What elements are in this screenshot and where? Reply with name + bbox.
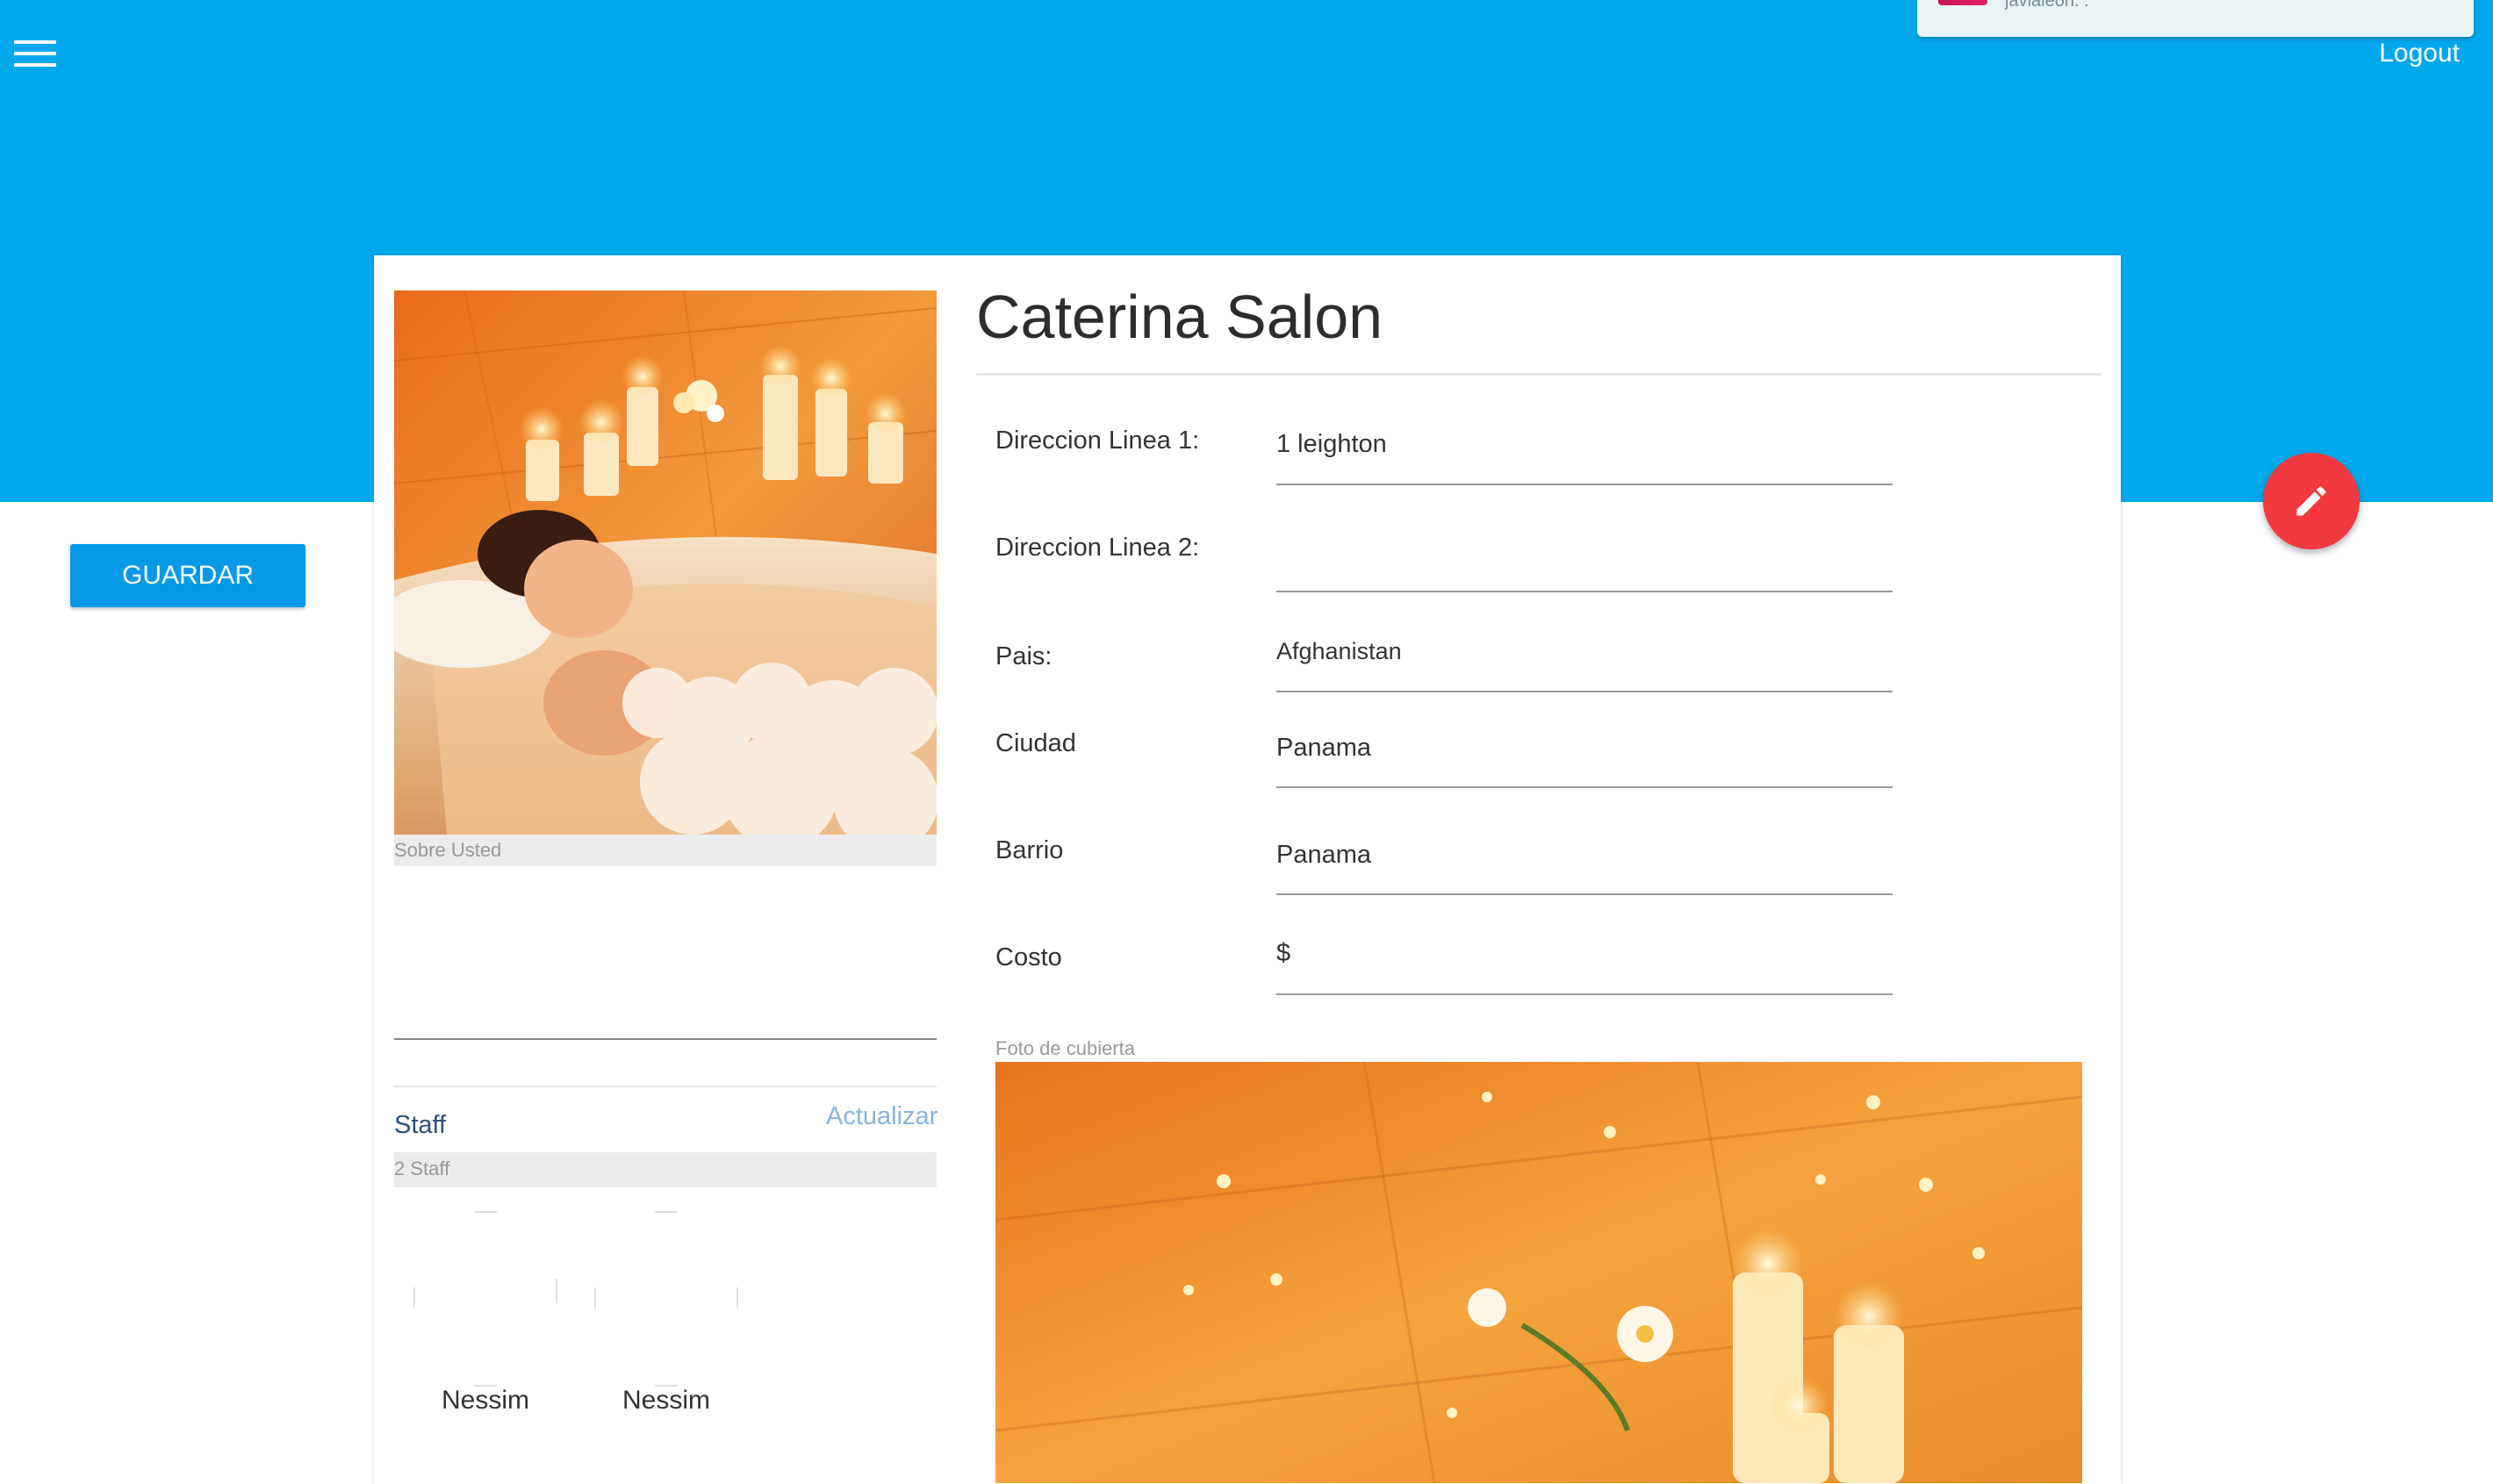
costo-input[interactable]: $ — [1276, 939, 1290, 968]
page-title: Caterina Salon — [976, 283, 1383, 351]
field-label-costo: Costo — [995, 943, 1062, 971]
spa-bath-image — [394, 290, 937, 835]
ciudad-input[interactable]: Panama — [1276, 734, 1371, 763]
actualizar-link[interactable]: Actualizar — [826, 1102, 938, 1131]
staff-member[interactable]: Nessim — [413, 1210, 558, 1415]
sobre-usted-input-underline[interactable] — [394, 1038, 937, 1040]
direccion-1-input[interactable]: 1 leighton — [1276, 430, 1387, 459]
section-divider — [394, 1086, 937, 1087]
costo-underline — [1276, 993, 1893, 995]
field-label-ciudad: Ciudad — [995, 729, 1076, 757]
ciudad-underline — [1276, 786, 1893, 788]
cover-photo[interactable] — [995, 1062, 2082, 1483]
notification-text: javialeon. : — [2005, 0, 2089, 11]
staff-photo-placeholder — [594, 1211, 738, 1387]
barrio-underline — [1276, 893, 1893, 895]
pais-underline — [1276, 691, 1893, 692]
field-label-direccion-2: Direccion Linea 2: — [995, 534, 1200, 562]
direccion-1-underline — [1276, 484, 1893, 485]
staff-member[interactable]: Nessim — [593, 1210, 739, 1415]
profile-photo[interactable] — [394, 290, 937, 835]
logout-link[interactable]: Logout — [2379, 39, 2460, 68]
field-label-barrio: Barrio — [995, 836, 1064, 864]
field-label-direccion-1: Direccion Linea 1: — [995, 427, 1200, 455]
staff-title: Staff — [394, 1111, 447, 1139]
foto-cubierta-label: Foto de cubierta — [995, 1037, 1135, 1059]
staff-member-name: Nessim — [621, 1386, 710, 1415]
flag-icon — [1938, 0, 1987, 5]
staff-count-label: 2 Staff — [394, 1152, 937, 1187]
menu-icon[interactable] — [14, 40, 56, 70]
staff-member-name: Nessim — [441, 1386, 529, 1415]
candles-cover-image — [995, 1062, 2082, 1483]
notification-toast[interactable]: javialeon. : — [1917, 0, 2474, 37]
field-label-pais: Pais: — [995, 642, 1053, 670]
pais-select[interactable]: Afghanistan — [1276, 638, 1402, 665]
guardar-button[interactable]: GUARDAR — [70, 544, 305, 607]
pencil-icon — [2296, 486, 2326, 516]
edit-button[interactable] — [2263, 453, 2360, 549]
barrio-input[interactable]: Panama — [1276, 841, 1371, 870]
title-divider — [976, 373, 2101, 376]
direccion-2-underline — [1276, 591, 1893, 592]
sobre-usted-label: Sobre Usted — [394, 835, 937, 866]
staff-photo-placeholder — [413, 1211, 557, 1387]
profile-card: Sobre Usted Staff Actualizar 2 Staff Nes… — [374, 255, 2121, 1484]
